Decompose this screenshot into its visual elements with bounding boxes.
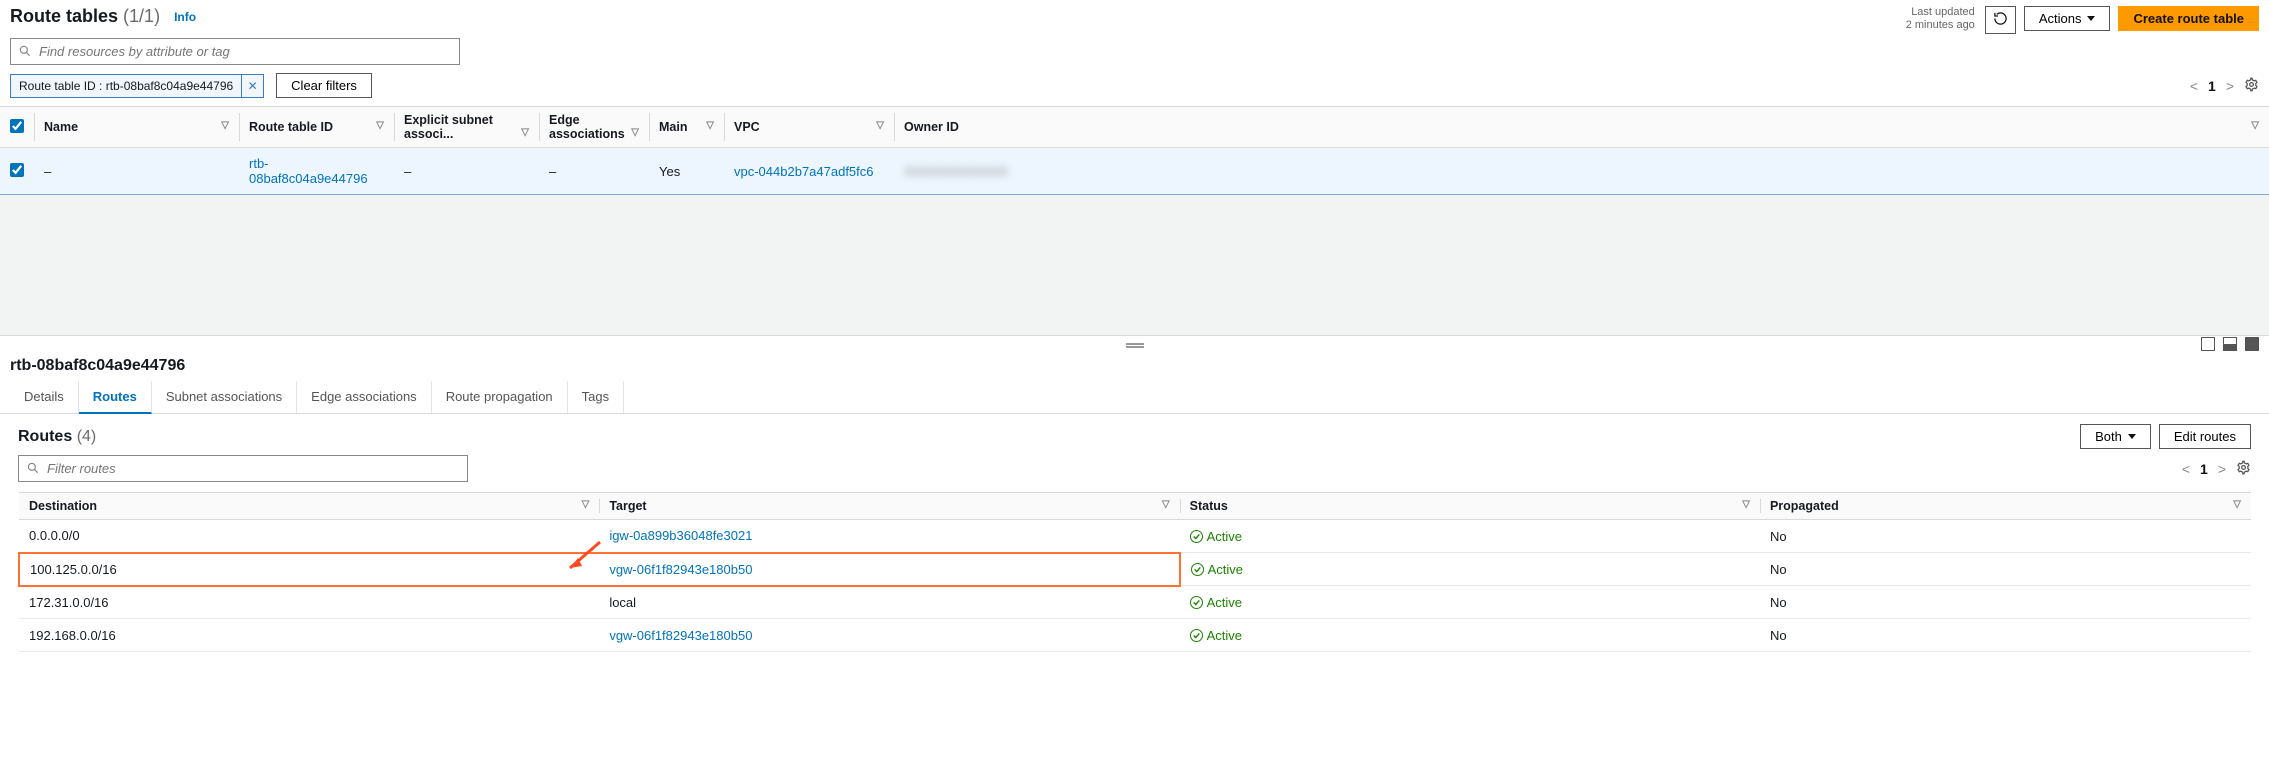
col-subnet-assoc[interactable]: Explicit subnet associ...▽	[394, 107, 539, 148]
cell-target: vgw-06f1f82943e180b50	[599, 619, 1179, 652]
routes-section-title: Routes (4)	[18, 428, 96, 446]
status-ok-icon	[1190, 530, 1203, 543]
col-name[interactable]: Name▽	[34, 107, 239, 148]
cell-status: Active	[1180, 586, 1760, 619]
search-icon	[18, 44, 32, 58]
page-number: 1	[2200, 461, 2208, 477]
route-tables-grid: Name▽ Route table ID▽ Explicit subnet as…	[0, 106, 2269, 195]
clear-filters-button[interactable]: Clear filters	[276, 73, 372, 98]
target-link[interactable]: vgw-06f1f82943e180b50	[609, 628, 752, 643]
page-prev[interactable]: <	[2190, 78, 2198, 94]
select-all-checkbox[interactable]	[10, 119, 24, 133]
edit-routes-button[interactable]: Edit routes	[2159, 424, 2251, 449]
search-icon	[26, 461, 40, 475]
cell-status: Active	[1180, 619, 1760, 652]
row-checkbox[interactable]	[10, 163, 24, 177]
cell-status: Active	[1180, 553, 1760, 586]
detail-title: rtb-08baf8c04a9e44796	[0, 351, 2269, 381]
detail-tabs: Details Routes Subnet associations Edge …	[0, 381, 2269, 414]
cell-status: Active	[1180, 520, 1760, 553]
empty-grid-space	[0, 195, 2269, 335]
cell-destination: 192.168.0.0/16	[19, 619, 599, 652]
col-status[interactable]: Status▽	[1180, 493, 1760, 520]
status-ok-icon	[1191, 563, 1204, 576]
route-row[interactable]: 100.125.0.0/16 vgw-06f1f82943e180b50 Activ…	[19, 553, 2251, 586]
routes-view-filter[interactable]: Both	[2080, 424, 2151, 449]
tab-tags[interactable]: Tags	[568, 381, 624, 413]
cell-destination: 100.125.0.0/16	[19, 553, 599, 586]
target-link[interactable]: vgw-06f1f82943e180b50	[609, 562, 752, 577]
table-row[interactable]: – rtb-08baf8c04a9e44796 – – Yes vpc-044b…	[0, 148, 2269, 195]
cell-destination: 172.31.0.0/16	[19, 586, 599, 619]
col-propagated[interactable]: Propagated▽	[1760, 493, 2251, 520]
cell-target: vgw-06f1f82943e180b50	[599, 553, 1179, 586]
page-number: 1	[2208, 78, 2216, 94]
top-pager: < 1 >	[2190, 77, 2259, 95]
cell-main: Yes	[649, 148, 724, 195]
col-edge-assoc[interactable]: Edge associations▽	[539, 107, 649, 148]
layout-detail-full-icon[interactable]	[2245, 337, 2259, 351]
chevron-down-icon	[2128, 434, 2136, 439]
routes-pager: < 1 >	[2182, 460, 2251, 478]
resource-filter-input[interactable]	[10, 38, 460, 65]
status-ok-icon	[1190, 596, 1203, 609]
cell-target: igw-0a899b36048fe3021	[599, 520, 1179, 553]
col-destination[interactable]: Destination▽	[19, 493, 599, 520]
cell-propagated: No	[1760, 553, 2251, 586]
target-link[interactable]: igw-0a899b36048fe3021	[609, 528, 752, 543]
layout-detail-small-icon[interactable]	[2201, 337, 2215, 351]
refresh-button[interactable]	[1985, 6, 2016, 34]
filter-chip[interactable]: Route table ID : rtb-08baf8c04a9e44796 ✕	[10, 74, 264, 98]
create-route-table-button[interactable]: Create route table	[2118, 6, 2259, 31]
last-updated: Last updated 2 minutes ago	[1906, 6, 1975, 32]
cell-destination: 0.0.0.0/0	[19, 520, 599, 553]
cell-propagated: No	[1760, 520, 2251, 553]
status-ok-icon	[1190, 629, 1203, 642]
col-vpc[interactable]: VPC▽	[724, 107, 894, 148]
tab-subnet-associations[interactable]: Subnet associations	[152, 381, 297, 413]
tab-routes[interactable]: Routes	[79, 381, 152, 414]
cell-subnet: –	[394, 148, 539, 195]
col-target[interactable]: Target▽	[599, 493, 1179, 520]
cell-propagated: No	[1760, 586, 2251, 619]
split-handle[interactable]	[0, 335, 2269, 351]
owner-id: XXXXXXXXXXXX	[904, 164, 1008, 179]
vpc-link[interactable]: vpc-044b2b7a47adf5fc6	[734, 164, 874, 179]
route-row[interactable]: 172.31.0.0/16localActiveNo	[19, 586, 2251, 619]
refresh-icon	[1993, 11, 2008, 29]
col-route-table-id[interactable]: Route table ID▽	[239, 107, 394, 148]
info-link[interactable]: Info	[174, 10, 196, 24]
route-row[interactable]: 192.168.0.0/16 vgw-06f1f82943e180b50 Activ…	[19, 619, 2251, 652]
page-count: (1/1)	[123, 6, 160, 26]
page-next[interactable]: >	[2218, 461, 2226, 477]
page-prev[interactable]: <	[2182, 461, 2190, 477]
page-next[interactable]: >	[2226, 78, 2234, 94]
table-settings[interactable]	[2236, 460, 2251, 478]
chevron-down-icon	[2087, 16, 2095, 21]
route-row[interactable]: 0.0.0.0/0 igw-0a899b36048fe3021 ActiveNo	[19, 520, 2251, 553]
table-settings[interactable]	[2244, 77, 2259, 95]
actions-button[interactable]: Actions	[2024, 6, 2111, 31]
tab-details[interactable]: Details	[10, 381, 79, 413]
tab-route-propagation[interactable]: Route propagation	[432, 381, 568, 413]
routes-filter-input[interactable]	[18, 455, 468, 482]
cell-target: local	[599, 586, 1179, 619]
routes-grid: Destination▽ Target▽ Status▽ Propagated▽…	[18, 492, 2251, 652]
cell-propagated: No	[1760, 619, 2251, 652]
col-owner[interactable]: Owner ID▽	[894, 107, 2269, 148]
cell-name: –	[34, 148, 239, 195]
page-title: Route tables (1/1)	[10, 6, 160, 27]
col-main[interactable]: Main▽	[649, 107, 724, 148]
cell-edge: –	[539, 148, 649, 195]
route-table-id-link[interactable]: rtb-08baf8c04a9e44796	[249, 156, 368, 186]
tab-edge-associations[interactable]: Edge associations	[297, 381, 432, 413]
layout-split-icon[interactable]	[2223, 337, 2237, 351]
close-icon[interactable]: ✕	[241, 75, 263, 97]
